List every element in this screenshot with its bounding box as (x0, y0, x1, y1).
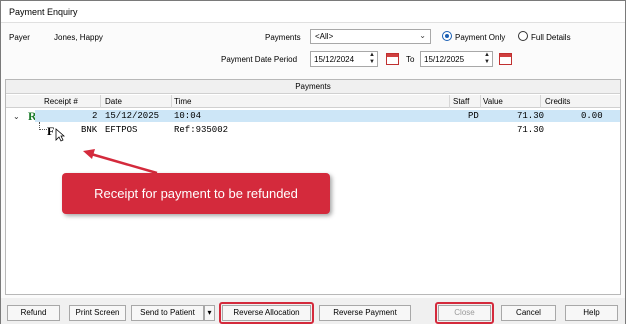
grid-caption: Payments (6, 80, 620, 94)
annotation-text: Receipt for payment to be refunded (94, 186, 298, 201)
expand-chevron-icon[interactable]: ⌄ (13, 112, 20, 121)
col-credits[interactable]: Credits (545, 97, 570, 106)
payment-only-radio[interactable] (442, 31, 452, 41)
row2-method: EFTPOS (105, 125, 138, 135)
highlight-box (219, 302, 314, 324)
row1-receipt: 2 (92, 111, 98, 121)
row2-type: BNK (81, 125, 98, 135)
row1-date: 15/12/2025 (105, 111, 160, 121)
chevron-down-icon: ⌄ (419, 31, 426, 40)
payment-method-icon: F (47, 124, 55, 138)
print-screen-button[interactable]: Print Screen (69, 305, 126, 321)
spinner-icon[interactable]: ▲ ▼ (484, 52, 490, 66)
row1-time: 10:04 (174, 111, 202, 121)
tree-connector (39, 129, 47, 130)
payment-only-label: Payment Only (455, 33, 506, 42)
to-calendar-icon[interactable] (499, 53, 512, 65)
row1-staff: PD (468, 111, 479, 121)
col-date[interactable]: Date (105, 97, 122, 106)
payments-select[interactable]: <All> ⌄ (310, 29, 431, 44)
to-label: To (406, 55, 415, 64)
row1-value: 71.30 (517, 111, 545, 121)
highlight-box (435, 302, 494, 324)
row1-credits: 0.00 (581, 111, 603, 121)
full-details-radio[interactable] (518, 31, 528, 41)
date-period-label: Payment Date Period (221, 55, 298, 64)
window-title: Payment Enquiry (9, 7, 78, 17)
col-staff[interactable]: Staff (453, 97, 469, 106)
row2-ref: Ref:935002 (174, 125, 229, 135)
from-calendar-icon[interactable] (386, 53, 399, 65)
from-date-value: 15/12/2024 (314, 55, 355, 64)
send-dropdown-button[interactable]: ▾ (204, 305, 215, 321)
title-bar: Payment Enquiry (1, 1, 625, 23)
payer-name: Jones, Happy (54, 33, 103, 42)
col-time[interactable]: Time (174, 97, 191, 106)
annotation-callout: Receipt for payment to be refunded (62, 173, 330, 214)
refund-button[interactable]: Refund (7, 305, 60, 321)
mouse-cursor-icon (55, 128, 65, 142)
help-button[interactable]: Help (565, 305, 618, 321)
row2-value: 71.30 (517, 125, 545, 135)
column-header-row: Receipt # Date Time Staff Value Credits (6, 95, 620, 108)
send-to-patient-button[interactable]: Send to Patient (131, 305, 204, 321)
caret-down-icon: ▾ (207, 308, 212, 317)
cancel-button[interactable]: Cancel (501, 305, 556, 321)
from-date-input[interactable]: 15/12/2024 ▲ ▼ (310, 51, 378, 67)
spinner-icon[interactable]: ▲ ▼ (369, 52, 375, 66)
to-date-value: 15/12/2025 (424, 55, 465, 64)
payer-label: Payer (9, 33, 30, 42)
full-details-label: Full Details (531, 33, 571, 42)
payment-enquiry-window: Payment Enquiry Payer Jones, Happy Payme… (0, 0, 626, 324)
col-value[interactable]: Value (483, 97, 503, 106)
payments-label: Payments (265, 33, 301, 42)
to-date-input[interactable]: 15/12/2025 ▲ ▼ (420, 51, 493, 67)
reverse-payment-button[interactable]: Reverse Payment (319, 305, 411, 321)
payments-select-value: <All> (315, 32, 334, 41)
col-receipt[interactable]: Receipt # (44, 97, 78, 106)
